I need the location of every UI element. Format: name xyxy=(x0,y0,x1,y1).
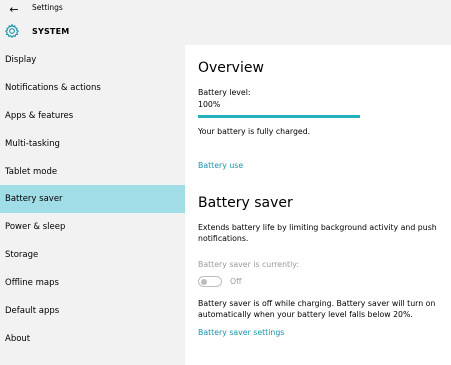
sidebar-item-multitasking[interactable]: Multi-tasking xyxy=(0,130,185,158)
back-arrow-icon: ← xyxy=(9,2,19,16)
sidebar-item-label: Tablet mode xyxy=(5,167,58,177)
sidebar-item-about[interactable]: About xyxy=(0,325,185,353)
sidebar-item-label: Storage xyxy=(5,250,39,260)
sidebar-item-offline-maps[interactable]: Offline maps xyxy=(0,269,185,297)
sidebar-item-storage[interactable]: Storage xyxy=(0,241,185,269)
battery-level-value: 100% xyxy=(198,100,221,109)
sidebar-item-label: Multi-tasking xyxy=(5,139,60,149)
battery-saver-heading: Battery saver xyxy=(198,195,293,211)
battery-status-text: Your battery is fully charged. xyxy=(198,127,311,136)
battery-saver-toggle[interactable] xyxy=(198,276,222,287)
sidebar-item-label: Power & sleep xyxy=(5,222,66,232)
main-content: Overview Battery level: 100% Your batter… xyxy=(185,45,451,365)
battery-saver-settings-link[interactable]: Battery saver settings xyxy=(198,328,284,337)
page-header: SYSTEM xyxy=(0,18,451,45)
battery-use-link[interactable]: Battery use xyxy=(198,161,243,170)
sidebar-item-apps[interactable]: Apps & features xyxy=(0,102,185,130)
battery-saver-toggle-state: Off xyxy=(230,277,242,286)
sidebar-item-display[interactable]: Display xyxy=(0,46,185,74)
sidebar-item-power-sleep[interactable]: Power & sleep xyxy=(0,213,185,241)
battery-saver-current-label: Battery saver is currently: xyxy=(198,260,299,269)
sidebar-item-label: Notifications & actions xyxy=(5,83,101,93)
sidebar-item-label: Apps & features xyxy=(5,111,74,121)
sidebar-item-battery-saver[interactable]: Battery saver xyxy=(0,185,185,213)
title-bar: ← Settings xyxy=(0,0,451,18)
battery-level-bar xyxy=(198,115,360,118)
section-title: SYSTEM xyxy=(32,27,70,36)
sidebar-item-label: About xyxy=(5,334,31,344)
sidebar-item-notifications[interactable]: Notifications & actions xyxy=(0,74,185,102)
window-title: Settings xyxy=(32,3,63,12)
battery-level-label: Battery level: xyxy=(198,88,251,97)
sidebar-item-label: Default apps xyxy=(5,306,60,316)
sidebar-item-label: Display xyxy=(5,55,37,65)
sidebar-item-default-apps[interactable]: Default apps xyxy=(0,297,185,325)
sidebar-item-tablet-mode[interactable]: Tablet mode xyxy=(0,158,185,186)
toggle-knob xyxy=(201,278,207,285)
sidebar-item-label: Battery saver xyxy=(5,194,63,204)
battery-saver-description: Extends battery life by limiting backgro… xyxy=(198,223,437,243)
sidebar-item-label: Offline maps xyxy=(5,278,59,288)
sidebar: Display Notifications & actions Apps & f… xyxy=(0,45,185,365)
battery-saver-info: Battery saver is off while charging. Bat… xyxy=(198,299,436,319)
overview-heading: Overview xyxy=(198,60,264,76)
gear-icon xyxy=(4,23,20,39)
back-button[interactable]: ← xyxy=(5,1,23,17)
